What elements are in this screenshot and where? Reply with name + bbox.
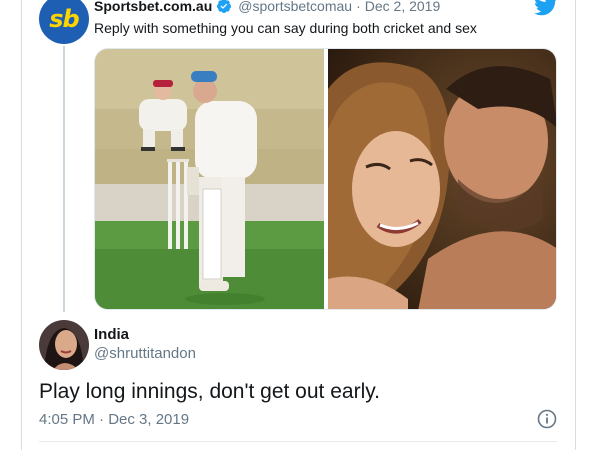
- avatar-logo-text: sb: [49, 5, 79, 33]
- couple-photo[interactable]: [328, 49, 556, 309]
- parent-tweet-text: Reply with something you can say during …: [94, 20, 477, 36]
- verified-badge-icon: [217, 0, 232, 13]
- avatar-portrait-image: [39, 320, 89, 370]
- card-right-border: [575, 0, 576, 450]
- reply-author-handle[interactable]: @shruttitandon: [94, 345, 196, 362]
- info-icon[interactable]: [537, 409, 557, 429]
- reply-author-name[interactable]: India: [94, 326, 129, 343]
- sportsbet-avatar[interactable]: sb: [39, 0, 89, 44]
- tweet-footer-divider: [39, 441, 557, 442]
- tweet-media-grid[interactable]: [94, 48, 557, 310]
- parent-author-name[interactable]: Sportsbet.com.au: [94, 0, 212, 14]
- card-left-border: [21, 0, 22, 450]
- parent-tweet-date[interactable]: Dec 2, 2019: [365, 0, 441, 14]
- cricket-photo[interactable]: [95, 49, 324, 309]
- couple-embrace-image: [328, 49, 556, 309]
- parent-tweet-header: Sportsbet.com.au @sportsbetcomau · Dec 2…: [94, 0, 440, 15]
- reply-tweet-text: Play long innings, don't get out early.: [39, 380, 381, 403]
- header-separator: ·: [356, 0, 361, 14]
- india-avatar[interactable]: [39, 320, 89, 370]
- cricket-scene-image: [95, 49, 324, 309]
- parent-author-handle[interactable]: @sportsbetcomau: [238, 0, 352, 14]
- reply-timestamp[interactable]: 4:05 PM · Dec 3, 2019: [39, 411, 189, 428]
- thread-connector-line: [63, 46, 65, 312]
- twitter-bird-icon[interactable]: [534, 0, 558, 16]
